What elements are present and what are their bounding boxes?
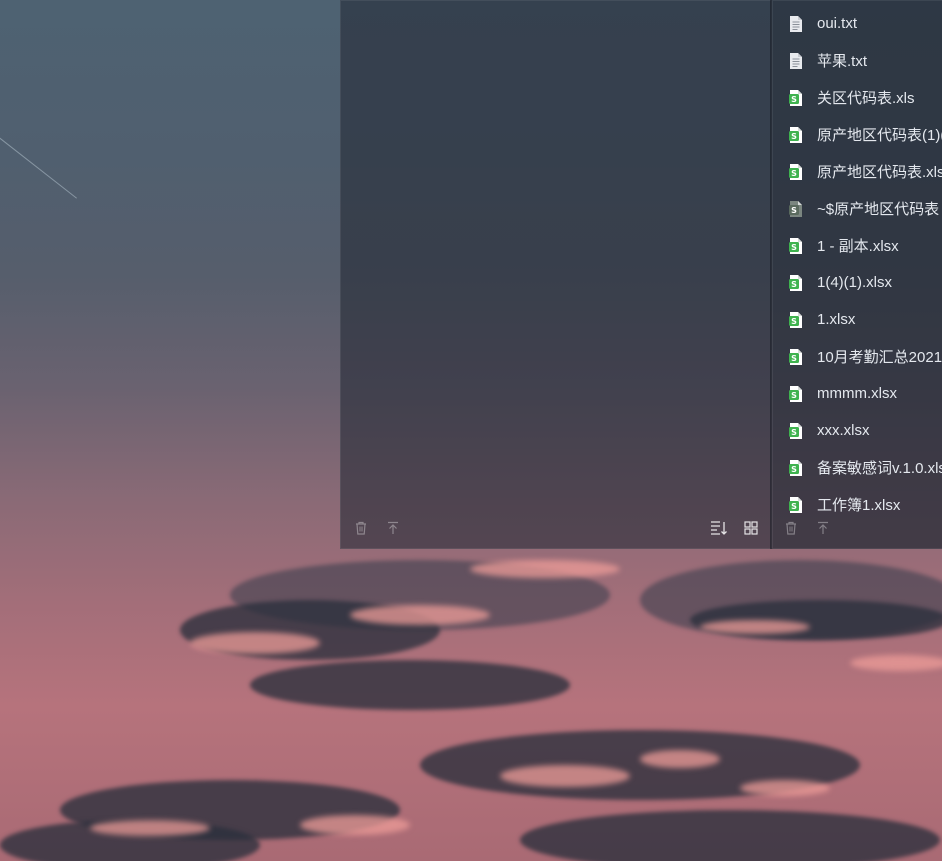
file-item[interactable]: S 1.xlsx [773, 301, 942, 338]
file-name: 工作簿1.xlsx [817, 497, 901, 514]
wallpaper-cloud-glow [850, 655, 942, 671]
desktop-fence-left[interactable] [340, 0, 772, 549]
svg-text:S: S [791, 206, 797, 215]
trash-icon[interactable] [781, 518, 801, 538]
svg-text:S: S [791, 132, 797, 141]
svg-text:S: S [791, 465, 797, 474]
file-name: 备案敏感词v.1.0.xls [817, 460, 942, 477]
file-name: 原产地区代码表.xls [817, 164, 942, 181]
spreadsheet-temp-file-icon: S [789, 200, 803, 218]
file-item[interactable]: 苹果.txt [773, 42, 942, 79]
svg-text:S: S [791, 95, 797, 104]
svg-text:S: S [791, 243, 797, 252]
spreadsheet-file-icon: S [789, 89, 803, 107]
wallpaper-cloud-glow [500, 765, 630, 787]
file-name: 原产地区代码表(1)( [817, 127, 942, 144]
fence-toolbar-right [781, 518, 845, 538]
file-name: 1(4)(1).xlsx [817, 274, 893, 291]
file-name: 苹果.txt [817, 53, 868, 70]
file-item[interactable]: S 关区代码表.xls [773, 79, 942, 116]
svg-text:S: S [791, 280, 797, 289]
svg-text:S: S [791, 502, 797, 511]
spreadsheet-file-icon: S [789, 274, 803, 292]
spreadsheet-file-icon: S [789, 459, 803, 477]
file-name: mmmm.xlsx [817, 385, 897, 402]
contrail [0, 130, 77, 199]
fence-toolbar-view [709, 518, 761, 538]
wallpaper-cloud-glow [190, 632, 320, 654]
spreadsheet-file-icon: S [789, 311, 803, 329]
file-name: 关区代码表.xls [817, 90, 915, 107]
text-file-icon [789, 52, 803, 70]
file-name: 1.xlsx [817, 311, 856, 328]
fence-toolbar-left [351, 518, 415, 538]
file-item[interactable]: S 原产地区代码表.xls [773, 153, 942, 190]
spreadsheet-file-icon: S [789, 163, 803, 181]
wallpaper-cloud-glow [740, 780, 830, 796]
spreadsheet-file-icon: S [789, 237, 803, 255]
file-item[interactable]: Smmmm.xlsx [773, 375, 942, 412]
spreadsheet-file-icon: S [789, 422, 803, 440]
file-item[interactable]: S 备案敏感词v.1.0.xls [773, 449, 942, 486]
file-name: 1 - 副本.xlsx [817, 238, 899, 255]
svg-text:S: S [791, 169, 797, 178]
spreadsheet-file-icon: S [789, 496, 803, 514]
file-item[interactable]: S ~$原产地区代码表 [773, 190, 942, 227]
spreadsheet-file-icon: S [789, 126, 803, 144]
file-name: xxx.xlsx [817, 422, 870, 439]
wallpaper-cloud-glow [300, 815, 410, 835]
file-item[interactable]: S 10月考勤汇总2021 [773, 338, 942, 375]
spreadsheet-file-icon: S [789, 348, 803, 366]
wallpaper-cloud-glow [90, 820, 210, 836]
text-file-icon [789, 15, 803, 33]
svg-text:S: S [791, 317, 797, 326]
file-item[interactable]: oui.txt [773, 5, 942, 42]
file-name: ~$原产地区代码表 [817, 201, 940, 218]
wallpaper-cloud-glow [700, 620, 810, 634]
spreadsheet-file-icon: S [789, 385, 803, 403]
sort-icon[interactable] [709, 518, 729, 538]
file-item[interactable]: S 1(4)(1).xlsx [773, 264, 942, 301]
pin-top-icon[interactable] [813, 518, 833, 538]
file-item[interactable]: S 1 - 副本.xlsx [773, 227, 942, 264]
desktop-wallpaper: oui.txt 苹果.txt S 关区代码表.xls S 原产地区代码表(1)( S 原产地区… [0, 0, 942, 861]
svg-text:S: S [791, 391, 797, 400]
file-name: oui.txt [817, 15, 858, 32]
svg-text:S: S [791, 428, 797, 437]
file-list: oui.txt 苹果.txt S 关区代码表.xls S 原产地区代码表(1)( S 原产地区… [773, 5, 942, 523]
file-name: 10月考勤汇总2021 [817, 349, 942, 366]
svg-text:S: S [791, 354, 797, 363]
wallpaper-cloud-glow [640, 750, 720, 768]
pin-top-icon[interactable] [383, 518, 403, 538]
desktop-fence-right[interactable]: oui.txt 苹果.txt S 关区代码表.xls S 原产地区代码表(1)( S 原产地区… [772, 0, 942, 549]
wallpaper-cloud-glow [470, 560, 620, 578]
file-item[interactable]: Sxxx.xlsx [773, 412, 942, 449]
file-item[interactable]: S 原产地区代码表(1)( [773, 116, 942, 153]
wallpaper-cloud-glow [350, 605, 490, 625]
grid-view-icon[interactable] [741, 518, 761, 538]
wallpaper-cloud [250, 660, 570, 710]
trash-icon[interactable] [351, 518, 371, 538]
wallpaper-cloud [520, 810, 940, 861]
